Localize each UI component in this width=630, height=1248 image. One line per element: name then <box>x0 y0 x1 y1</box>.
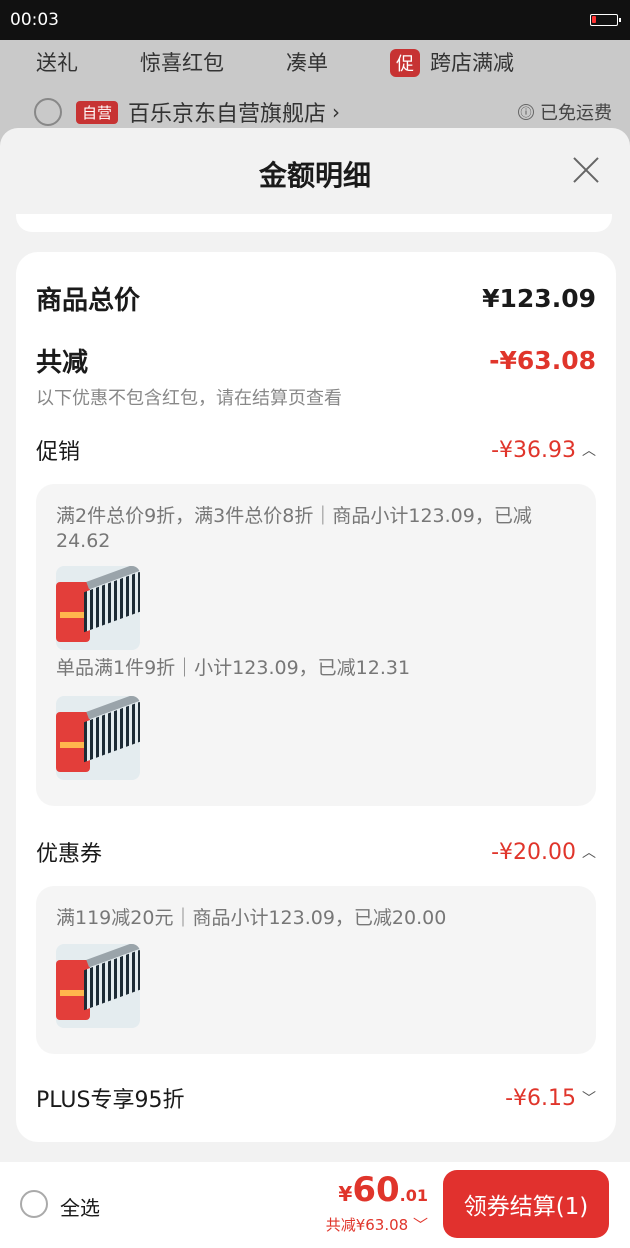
info-icon: ⓘ <box>518 104 534 120</box>
store-select-radio[interactable] <box>34 98 62 126</box>
promotion-label: 促销 <box>36 440 81 465</box>
select-all-radio[interactable] <box>20 1190 48 1218</box>
chevron-up-icon: ︿ <box>582 845 596 861</box>
reduction-value: -¥63.08 <box>489 346 596 375</box>
promo-tab-gift[interactable]: 送礼 <box>36 47 78 77</box>
battery-icon <box>590 14 621 26</box>
total-price-label: 商品总价 <box>36 286 141 316</box>
reduced-total[interactable]: 共减¥63.08 ﹀ <box>326 1214 428 1235</box>
promo-tabs: 送礼 惊喜红包 凑单 促跨店满减 <box>0 40 630 84</box>
chevron-right-icon: › <box>332 100 341 124</box>
coupon-row[interactable]: 优惠券 -¥20.00 ︿ <box>36 836 596 868</box>
select-all-label[interactable]: 全选 <box>60 1192 100 1221</box>
status-time: 00:03 <box>10 10 59 30</box>
total-price-row: 商品总价 ¥123.09 <box>36 280 596 317</box>
shipping-info[interactable]: ⓘ 已免运费 <box>518 99 612 125</box>
product-thumbnail[interactable] <box>56 944 140 1028</box>
product-thumbnail[interactable] <box>56 566 140 650</box>
sheet-title: 金额明细 <box>258 159 371 192</box>
store-name[interactable]: 百乐京东自营旗舰店 <box>128 96 326 128</box>
reduction-note: 以下优惠不包含红包，请在结算页查看 <box>36 388 342 409</box>
promotion-detail-box: 满2件总价9折，满3件总价8折｜商品小计123.09，已减24.62 单品满1件… <box>36 484 596 806</box>
price-detail-card: 商品总价 ¥123.09 共减 -¥63.08 以下优惠不包含红包，请在结算页查… <box>16 252 616 1142</box>
amount-detail-sheet: 金额明细 商品总价 ¥123.09 共减 -¥63.08 以下优惠不包含红包，请… <box>0 128 630 1162</box>
previous-card <box>16 214 612 232</box>
promotion-value: -¥36.93 <box>491 437 576 463</box>
plus-discount-label: PLUS专享95折 <box>36 1088 185 1113</box>
chevron-down-icon: ﹀ <box>412 1216 428 1234</box>
total-price-value: ¥123.09 <box>482 284 596 313</box>
close-icon[interactable] <box>572 156 600 184</box>
promo-tab-addon[interactable]: 凑单 <box>286 47 328 77</box>
reduction-label: 共减 <box>36 348 89 378</box>
product-thumbnail[interactable] <box>56 696 140 780</box>
checkout-bar: 全选 ¥60.01 共减¥63.08 ﹀ 领券结算(1) <box>0 1162 630 1248</box>
coupon-label: 优惠券 <box>36 842 103 867</box>
self-operated-badge: 自营 <box>76 100 119 124</box>
promotion-desc-1: 满2件总价9折，满3件总价8折｜商品小计123.09，已减24.62 <box>56 505 532 552</box>
pay-amount-decimal: .01 <box>399 1186 428 1205</box>
status-bar: 00:03 <box>0 0 630 40</box>
checkout-button[interactable]: 领券结算(1) <box>443 1170 609 1238</box>
pay-amount: ¥60.01 <box>338 1170 428 1210</box>
coupon-detail-box: 满119减20元｜商品小计123.09，已减20.00 <box>36 886 596 1054</box>
plus-discount-row[interactable]: PLUS专享95折 -¥6.15 ﹀ <box>36 1082 596 1114</box>
coupon-value: -¥20.00 <box>491 839 576 865</box>
promotion-desc-2: 单品满1件9折｜小计123.09，已减12.31 <box>56 657 411 679</box>
promotion-row[interactable]: 促销 -¥36.93 ︿ <box>36 434 596 466</box>
plus-discount-value: -¥6.15 <box>505 1085 576 1111</box>
promo-tab-crossstore[interactable]: 促跨店满减 <box>390 47 514 77</box>
chevron-up-icon: ︿ <box>582 443 596 459</box>
promo-badge: 促 <box>390 49 420 77</box>
promo-tab-redpacket[interactable]: 惊喜红包 <box>140 47 224 77</box>
coupon-desc: 满119减20元｜商品小计123.09，已减20.00 <box>56 907 447 929</box>
chevron-down-icon: ﹀ <box>582 1091 596 1107</box>
reduction-row: 共减 -¥63.08 <box>36 342 596 379</box>
pay-amount-integer: 60 <box>352 1170 400 1210</box>
